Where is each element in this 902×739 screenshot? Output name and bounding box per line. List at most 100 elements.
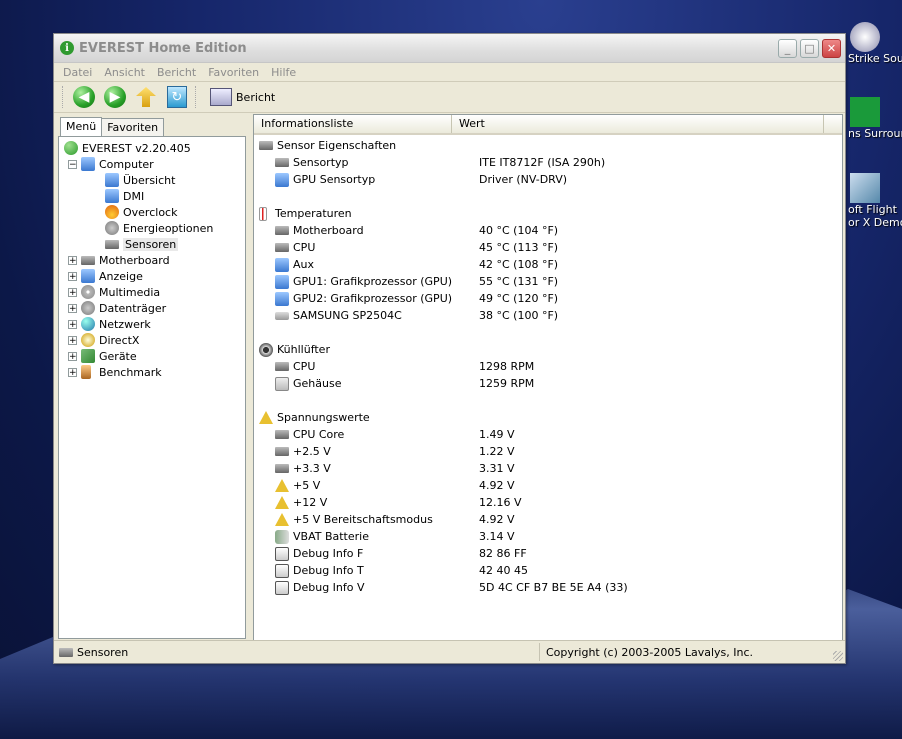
up-button[interactable] bbox=[133, 84, 159, 110]
group-row[interactable]: Temperaturen bbox=[254, 205, 842, 222]
desktop-icon-label: ns Surround bbox=[848, 127, 902, 140]
item-value: 55 °C (131 °F) bbox=[479, 275, 559, 288]
expand-icon[interactable]: + bbox=[68, 319, 77, 329]
refresh-button[interactable]: ↻ bbox=[164, 84, 190, 110]
list-item[interactable]: Sensortyp ITE IT8712F (ISA 290h) bbox=[254, 154, 842, 171]
tree-item-dmi[interactable]: DMI bbox=[61, 188, 245, 204]
tree-item-sensoren[interactable]: Sensoren bbox=[61, 236, 245, 252]
forward-button[interactable]: ▶ bbox=[102, 84, 128, 110]
status-copyright: Copyright (c) 2003-2005 Lavalys, Inc. bbox=[546, 645, 753, 659]
tab-menu[interactable]: Menü bbox=[60, 117, 103, 137]
menu-datei[interactable]: Datei bbox=[57, 66, 98, 79]
item-name: GPU1: Grafikprozessor (GPU) bbox=[293, 275, 453, 288]
tree-item-computer[interactable]: − Computer bbox=[61, 156, 245, 172]
group-row[interactable]: Kühllüfter bbox=[254, 341, 842, 358]
list-item[interactable]: SAMSUNG SP2504C 38 °C (100 °F) bbox=[254, 307, 842, 324]
expand-icon[interactable]: + bbox=[68, 303, 77, 313]
voltage-warning-icon bbox=[275, 496, 289, 509]
tree-item-directx[interactable]: + DirectX bbox=[61, 332, 245, 348]
tree-item-netzwerk[interactable]: + Netzwerk bbox=[61, 316, 245, 332]
tree-item-uebersicht[interactable]: Übersicht bbox=[61, 172, 245, 188]
item-value: ITE IT8712F (ISA 290h) bbox=[479, 156, 606, 169]
list-item[interactable]: Aux 42 °C (108 °F) bbox=[254, 256, 842, 273]
toolbar-grip[interactable] bbox=[62, 86, 66, 108]
list-item[interactable]: Motherboard 40 °C (104 °F) bbox=[254, 222, 842, 239]
list-item[interactable]: VBAT Batterie 3.14 V bbox=[254, 528, 842, 545]
item-value: 42 40 45 bbox=[479, 564, 528, 577]
menu-favoriten[interactable]: Favoriten bbox=[202, 66, 265, 79]
expand-icon[interactable]: + bbox=[68, 271, 77, 281]
expand-icon[interactable]: + bbox=[68, 367, 77, 377]
back-button[interactable]: ◀ bbox=[71, 84, 97, 110]
group-row[interactable]: Sensor Eigenschaften bbox=[254, 137, 842, 154]
menu-bericht[interactable]: Bericht bbox=[151, 66, 202, 79]
list-item[interactable]: Debug Info T 42 40 45 bbox=[254, 562, 842, 579]
group-label: Spannungswerte bbox=[277, 411, 370, 424]
list-item[interactable]: CPU 1298 RPM bbox=[254, 358, 842, 375]
list-item[interactable]: +12 V 12.16 V bbox=[254, 494, 842, 511]
tree-item-datentraeger[interactable]: + Datenträger bbox=[61, 300, 245, 316]
expand-icon[interactable]: + bbox=[68, 335, 77, 345]
list-item[interactable]: +5 V 4.92 V bbox=[254, 477, 842, 494]
list-item[interactable]: CPU Core 1.49 V bbox=[254, 426, 842, 443]
tree-label: Multimedia bbox=[99, 285, 161, 299]
item-value: 3.31 V bbox=[479, 462, 515, 475]
expand-icon[interactable]: + bbox=[68, 287, 77, 297]
toolbar-grip[interactable] bbox=[195, 86, 199, 108]
item-name: CPU bbox=[293, 360, 316, 373]
flight-sim-icon bbox=[850, 173, 880, 203]
list-item[interactable]: GPU Sensortyp Driver (NV-DRV) bbox=[254, 171, 842, 188]
expand-icon[interactable]: + bbox=[68, 255, 77, 265]
desktop-icon-counter-strike[interactable]: Strike Sourc bbox=[848, 22, 902, 65]
list-item[interactable]: GPU1: Grafikprozessor (GPU) 55 °C (131 °F… bbox=[254, 273, 842, 290]
dmi-icon bbox=[105, 189, 119, 203]
item-name: +2.5 V bbox=[293, 445, 331, 458]
list-item[interactable]: Gehäuse 1259 RPM bbox=[254, 375, 842, 392]
tree-item-overclock[interactable]: Overclock bbox=[61, 204, 245, 220]
list-item[interactable]: Debug Info V 5D 4C CF B7 BE 5E A4 (33) bbox=[254, 579, 842, 596]
list-item[interactable]: Debug Info F 82 86 FF bbox=[254, 545, 842, 562]
menu-hilfe[interactable]: Hilfe bbox=[265, 66, 302, 79]
close-button[interactable]: ✕ bbox=[822, 38, 841, 58]
multimedia-icon bbox=[81, 285, 95, 299]
desktop-icon-flight-sim[interactable]: oft Flight or X Demo bbox=[848, 173, 902, 229]
tree-label: Energieoptionen bbox=[123, 221, 214, 235]
tree-item-multimedia[interactable]: + Multimedia bbox=[61, 284, 245, 300]
collapse-icon[interactable]: − bbox=[68, 159, 77, 169]
item-name: Aux bbox=[293, 258, 315, 271]
list-item[interactable]: +2.5 V 1.22 V bbox=[254, 443, 842, 460]
tree-root[interactable]: EVEREST v2.20.405 bbox=[61, 140, 245, 156]
item-name: VBAT Batterie bbox=[293, 530, 369, 543]
list-item[interactable]: GPU2: Grafikprozessor (GPU) 49 °C (120 °F… bbox=[254, 290, 842, 307]
status-section-left: Sensoren bbox=[54, 643, 540, 661]
navigation-tree[interactable]: EVEREST v2.20.405 − Computer Übersicht D… bbox=[58, 136, 246, 639]
resize-grip-icon[interactable] bbox=[833, 651, 843, 661]
item-name: CPU bbox=[293, 241, 316, 254]
surround-icon bbox=[850, 97, 880, 127]
minimize-button[interactable]: _ bbox=[778, 38, 797, 58]
tree-item-benchmark[interactable]: + Benchmark bbox=[61, 364, 245, 380]
tree-item-energieoptionen[interactable]: Energieoptionen bbox=[61, 220, 245, 236]
tree-label: Geräte bbox=[99, 349, 137, 363]
tree-item-geraete[interactable]: + Geräte bbox=[61, 348, 245, 364]
tree-item-anzeige[interactable]: + Anzeige bbox=[61, 268, 245, 284]
list-item[interactable]: CPU 45 °C (113 °F) bbox=[254, 239, 842, 256]
list-item[interactable]: +5 V Bereitschaftsmodus 4.92 V bbox=[254, 511, 842, 528]
tree-item-motherboard[interactable]: + Motherboard bbox=[61, 252, 245, 268]
title-bar[interactable]: i EVEREST Home Edition _ □ ✕ bbox=[54, 34, 845, 63]
menu-ansicht[interactable]: Ansicht bbox=[98, 66, 151, 79]
tab-favoriten[interactable]: Favoriten bbox=[101, 118, 165, 136]
report-button[interactable]: Bericht bbox=[210, 88, 275, 106]
maximize-button[interactable]: □ bbox=[800, 38, 819, 58]
column-header-value[interactable]: Wert bbox=[452, 115, 824, 133]
expand-icon[interactable]: + bbox=[68, 351, 77, 361]
desktop-icon-surround[interactable]: ns Surround bbox=[848, 97, 902, 140]
overclock-flame-icon bbox=[105, 205, 119, 219]
list-item[interactable]: +3.3 V 3.31 V bbox=[254, 460, 842, 477]
fan-icon bbox=[259, 342, 273, 357]
group-row[interactable]: Spannungswerte bbox=[254, 409, 842, 426]
item-name: Debug Info V bbox=[293, 581, 365, 594]
column-header-info[interactable]: Informationsliste bbox=[254, 115, 452, 133]
debug-icon bbox=[275, 563, 289, 578]
